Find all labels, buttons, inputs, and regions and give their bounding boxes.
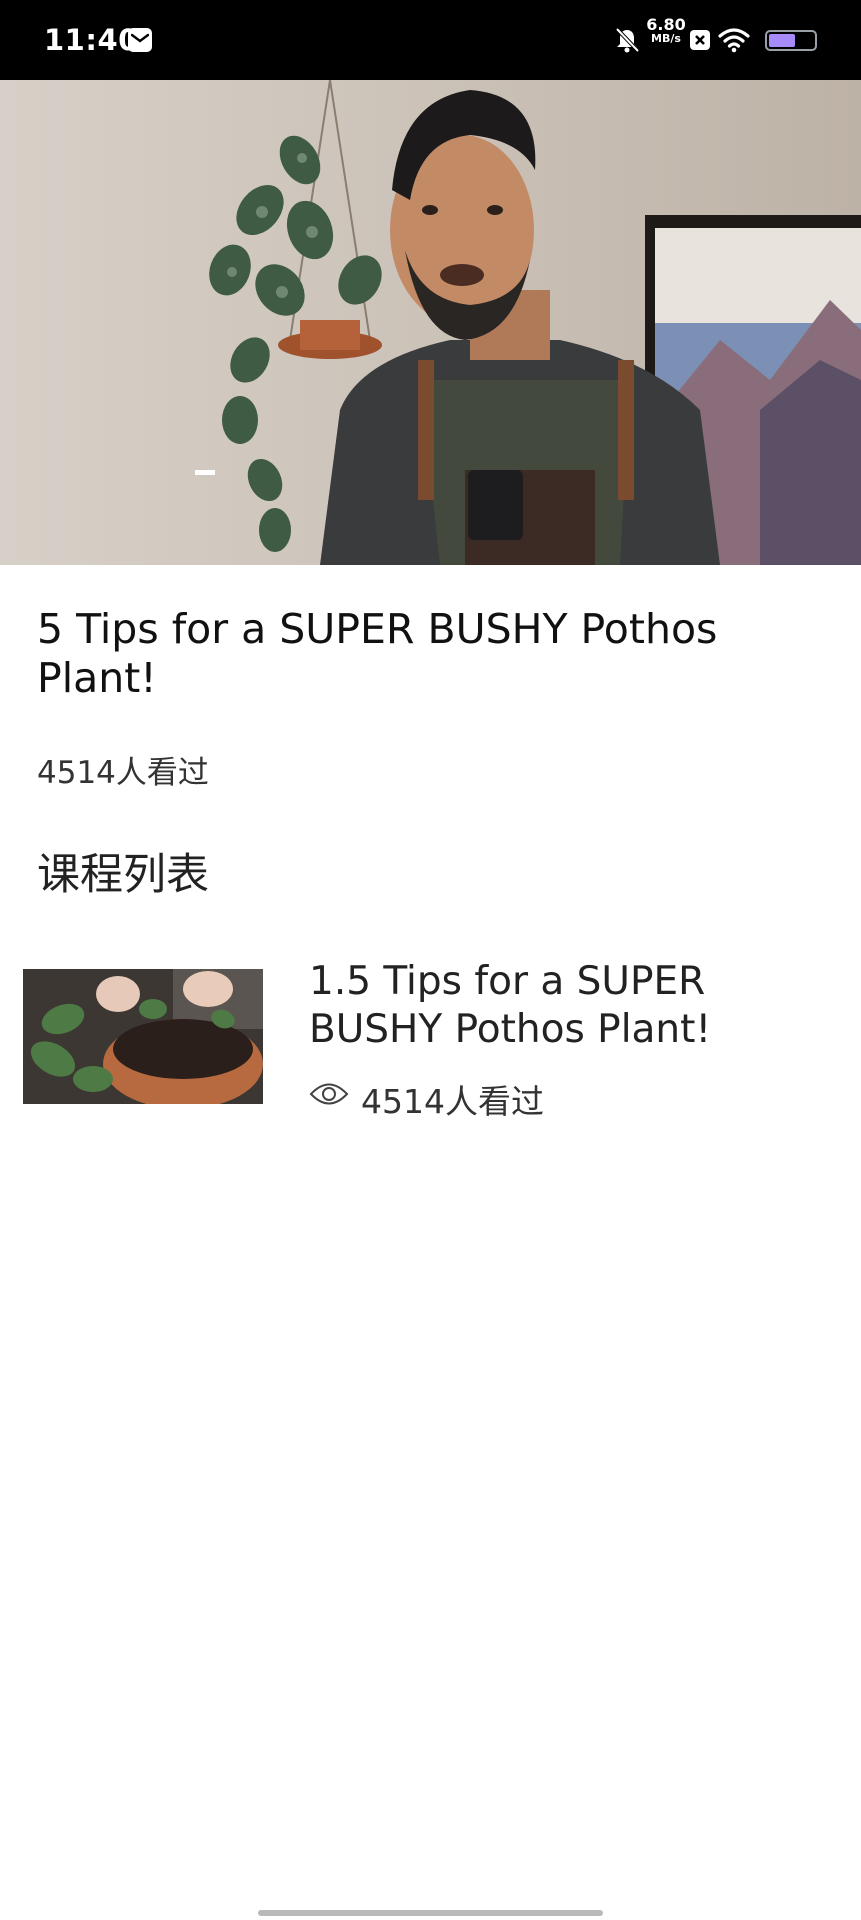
status-time: 11:40 <box>44 23 139 57</box>
course-list-heading: 课程列表 <box>37 850 209 900</box>
status-bar: 11:40 6.80 MB/s <box>0 0 861 80</box>
course-thumbnail <box>23 969 263 1104</box>
mail-icon <box>128 28 152 52</box>
eye-icon <box>309 1083 349 1105</box>
net-speed-unit: MB/s <box>651 32 681 45</box>
battery-icon <box>765 30 817 51</box>
view-count: 4514人看过 <box>37 755 209 791</box>
course-list-item[interactable]: 1.5 Tips for a SUPER BUSHY Pothos Plant!… <box>0 958 861 1121</box>
net-speed-value: 6.80 <box>646 15 686 34</box>
bell-mute-icon <box>615 27 640 53</box>
video-title: 5 Tips for a SUPER BUSHY Pothos Plant! <box>37 605 718 702</box>
video-frame <box>0 80 861 565</box>
screen: 11:40 6.80 MB/s 5 Tips for a SUPER BUSHY… <box>0 0 861 1920</box>
battery-level <box>769 34 796 47</box>
wifi-icon <box>718 28 750 53</box>
course-view-count: 4514人看过 <box>361 1082 544 1121</box>
video-player[interactable] <box>0 80 861 565</box>
course-title: 1.5 Tips for a SUPER BUSHY Pothos Plant! <box>309 959 712 1052</box>
status-icons: 6.80 MB/s <box>557 0 817 80</box>
net-speed: 6.80 MB/s <box>646 15 686 46</box>
home-indicator[interactable] <box>258 1910 603 1916</box>
x-badge-icon <box>690 30 710 50</box>
